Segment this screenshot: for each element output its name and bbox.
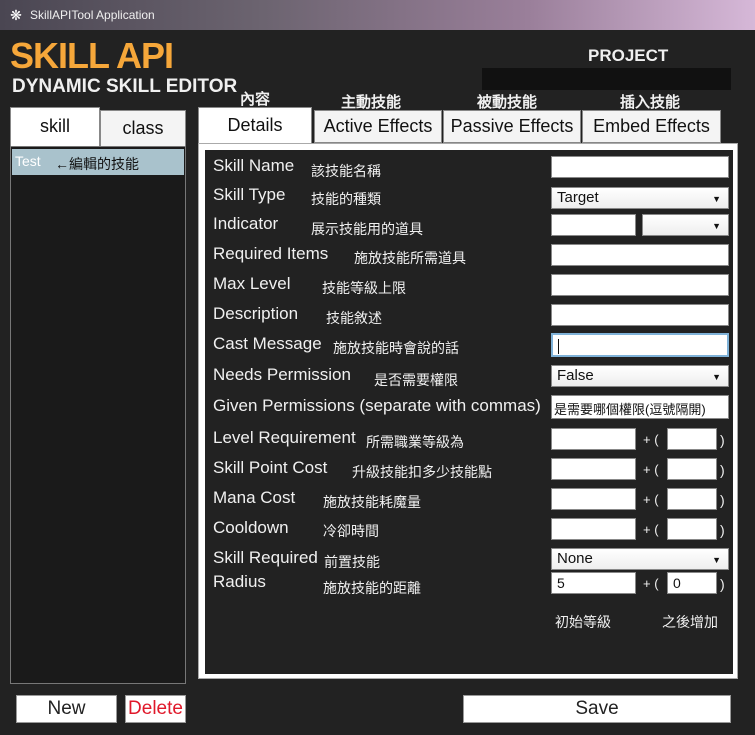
radius-scale-input[interactable]: 0 — [667, 572, 717, 594]
radius-cn: 施放技能的距離 — [323, 580, 421, 596]
skill-point-cost-scale-input[interactable] — [667, 458, 717, 480]
needs-permission-value: False — [557, 367, 594, 384]
cooldown-cn: 冷卻時間 — [323, 523, 379, 539]
tab-active-effects[interactable]: Active Effects — [314, 110, 442, 143]
chevron-down-icon: ▼ — [712, 194, 721, 204]
scale-value-caption: 之後增加 — [662, 614, 718, 630]
radius-close: ) — [720, 576, 725, 592]
given-permissions-input[interactable]: 是需要哪個權限(逗號隔開) — [551, 395, 729, 419]
gear-icon: ❋ — [10, 7, 22, 23]
skill-name-label: Skill Name — [213, 156, 295, 175]
save-button[interactable]: Save — [463, 695, 731, 723]
sidebar-tab-class[interactable]: class — [100, 110, 186, 147]
max-level-label: Max Level — [213, 274, 291, 293]
cast-message-input[interactable] — [551, 333, 729, 357]
level-requirement-plus: + ( — [643, 432, 659, 447]
cooldown-scale-input[interactable] — [667, 518, 717, 540]
required-items-cn: 施放技能所需道具 — [354, 250, 466, 266]
skill-point-cost-base-input[interactable] — [551, 458, 636, 480]
skill-name-input[interactable] — [551, 156, 729, 178]
level-requirement-cn: 所需職業等級為 — [366, 434, 464, 450]
tab-embed-cn: 插入技能 — [619, 94, 680, 111]
skill-type-cn: 技能的種類 — [311, 191, 381, 207]
radius-plus: + ( — [643, 576, 659, 591]
required-items-label: Required Items — [213, 244, 329, 263]
skill-name-cn: 該技能名稱 — [311, 163, 381, 179]
skill-point-cost-close: ) — [720, 462, 725, 478]
level-requirement-close: ) — [720, 432, 725, 448]
chevron-down-icon: ▼ — [712, 372, 721, 382]
tab-passive-cn: 被動技能 — [476, 94, 537, 111]
list-item-name: Test — [15, 153, 41, 169]
radius-label: Radius — [213, 572, 266, 591]
sidebar-tab-skill[interactable]: skill — [10, 107, 100, 147]
skill-point-cost-cn: 升級技能扣多少技能點 — [352, 464, 492, 480]
level-requirement-label: Level Requirement — [213, 428, 356, 447]
level-requirement-base-input[interactable] — [551, 428, 636, 450]
skill-point-cost-plus: + ( — [643, 462, 659, 477]
skill-list — [10, 146, 186, 684]
skill-type-label: Skill Type — [213, 185, 286, 204]
mana-cost-cn: 施放技能耗魔量 — [323, 494, 421, 510]
tab-details-cn: 內容 — [239, 91, 270, 108]
indicator-label: Indicator — [213, 214, 279, 233]
cooldown-base-input[interactable] — [551, 518, 636, 540]
description-input[interactable] — [551, 304, 729, 326]
list-item[interactable]: Test ←編輯的技能 — [12, 149, 184, 175]
required-items-input[interactable] — [551, 244, 729, 266]
given-permissions-label: Given Permissions (separate with commas) — [213, 396, 541, 415]
indicator-select[interactable]: ▼ — [642, 214, 729, 236]
new-button[interactable]: New — [16, 695, 117, 723]
text-cursor — [558, 338, 559, 354]
skill-point-cost-label: Skill Point Cost — [213, 458, 328, 477]
max-level-cn: 技能等級上限 — [322, 280, 406, 296]
tab-embed-effects[interactable]: Embed Effects — [582, 110, 721, 143]
description-label: Description — [213, 304, 299, 323]
tab-details[interactable]: Details — [198, 107, 312, 145]
mana-cost-plus: + ( — [643, 492, 659, 507]
chevron-down-icon: ▼ — [712, 555, 721, 565]
skill-required-label: Skill Required — [213, 548, 318, 567]
cooldown-plus: + ( — [643, 522, 659, 537]
indicator-cn: 展示技能用的道具 — [311, 221, 423, 237]
cooldown-label: Cooldown — [213, 518, 289, 537]
skill-required-select[interactable]: None ▼ — [551, 548, 729, 570]
indicator-input[interactable] — [551, 214, 636, 236]
needs-permission-label: Needs Permission — [213, 365, 351, 384]
project-directory-field[interactable] — [482, 68, 731, 90]
mana-cost-label: Mana Cost — [213, 488, 296, 507]
description-cn: 技能敘述 — [326, 310, 382, 326]
skill-required-value: None — [557, 550, 593, 567]
cast-message-label: Cast Message — [213, 334, 322, 353]
mana-cost-scale-input[interactable] — [667, 488, 717, 510]
tab-passive-effects[interactable]: Passive Effects — [443, 110, 581, 143]
app-name: SKILL API — [10, 35, 174, 76]
cast-message-cn: 施放技能時會說的話 — [333, 340, 459, 356]
mana-cost-base-input[interactable] — [551, 488, 636, 510]
title-bar: ❋ SkillAPITool Application — [0, 0, 755, 30]
list-item-note: ←編輯的技能 — [55, 156, 139, 172]
chevron-down-icon: ▼ — [712, 221, 721, 231]
window-title: SkillAPITool Application — [30, 8, 155, 22]
delete-button[interactable]: Delete — [125, 695, 186, 723]
radius-base-input[interactable]: 5 — [551, 572, 636, 594]
skill-required-cn: 前置技能 — [324, 554, 380, 570]
needs-permission-cn: 是否需要權限 — [374, 372, 458, 388]
skill-type-value: Target — [557, 189, 599, 206]
base-value-caption: 初始等級 — [555, 614, 611, 630]
cooldown-close: ) — [720, 522, 725, 538]
needs-permission-select[interactable]: False ▼ — [551, 365, 729, 387]
mana-cost-close: ) — [720, 492, 725, 508]
skill-type-select[interactable]: Target ▼ — [551, 187, 729, 209]
tab-active-cn: 主動技能 — [340, 94, 401, 111]
level-requirement-scale-input[interactable] — [667, 428, 717, 450]
max-level-input[interactable] — [551, 274, 729, 296]
